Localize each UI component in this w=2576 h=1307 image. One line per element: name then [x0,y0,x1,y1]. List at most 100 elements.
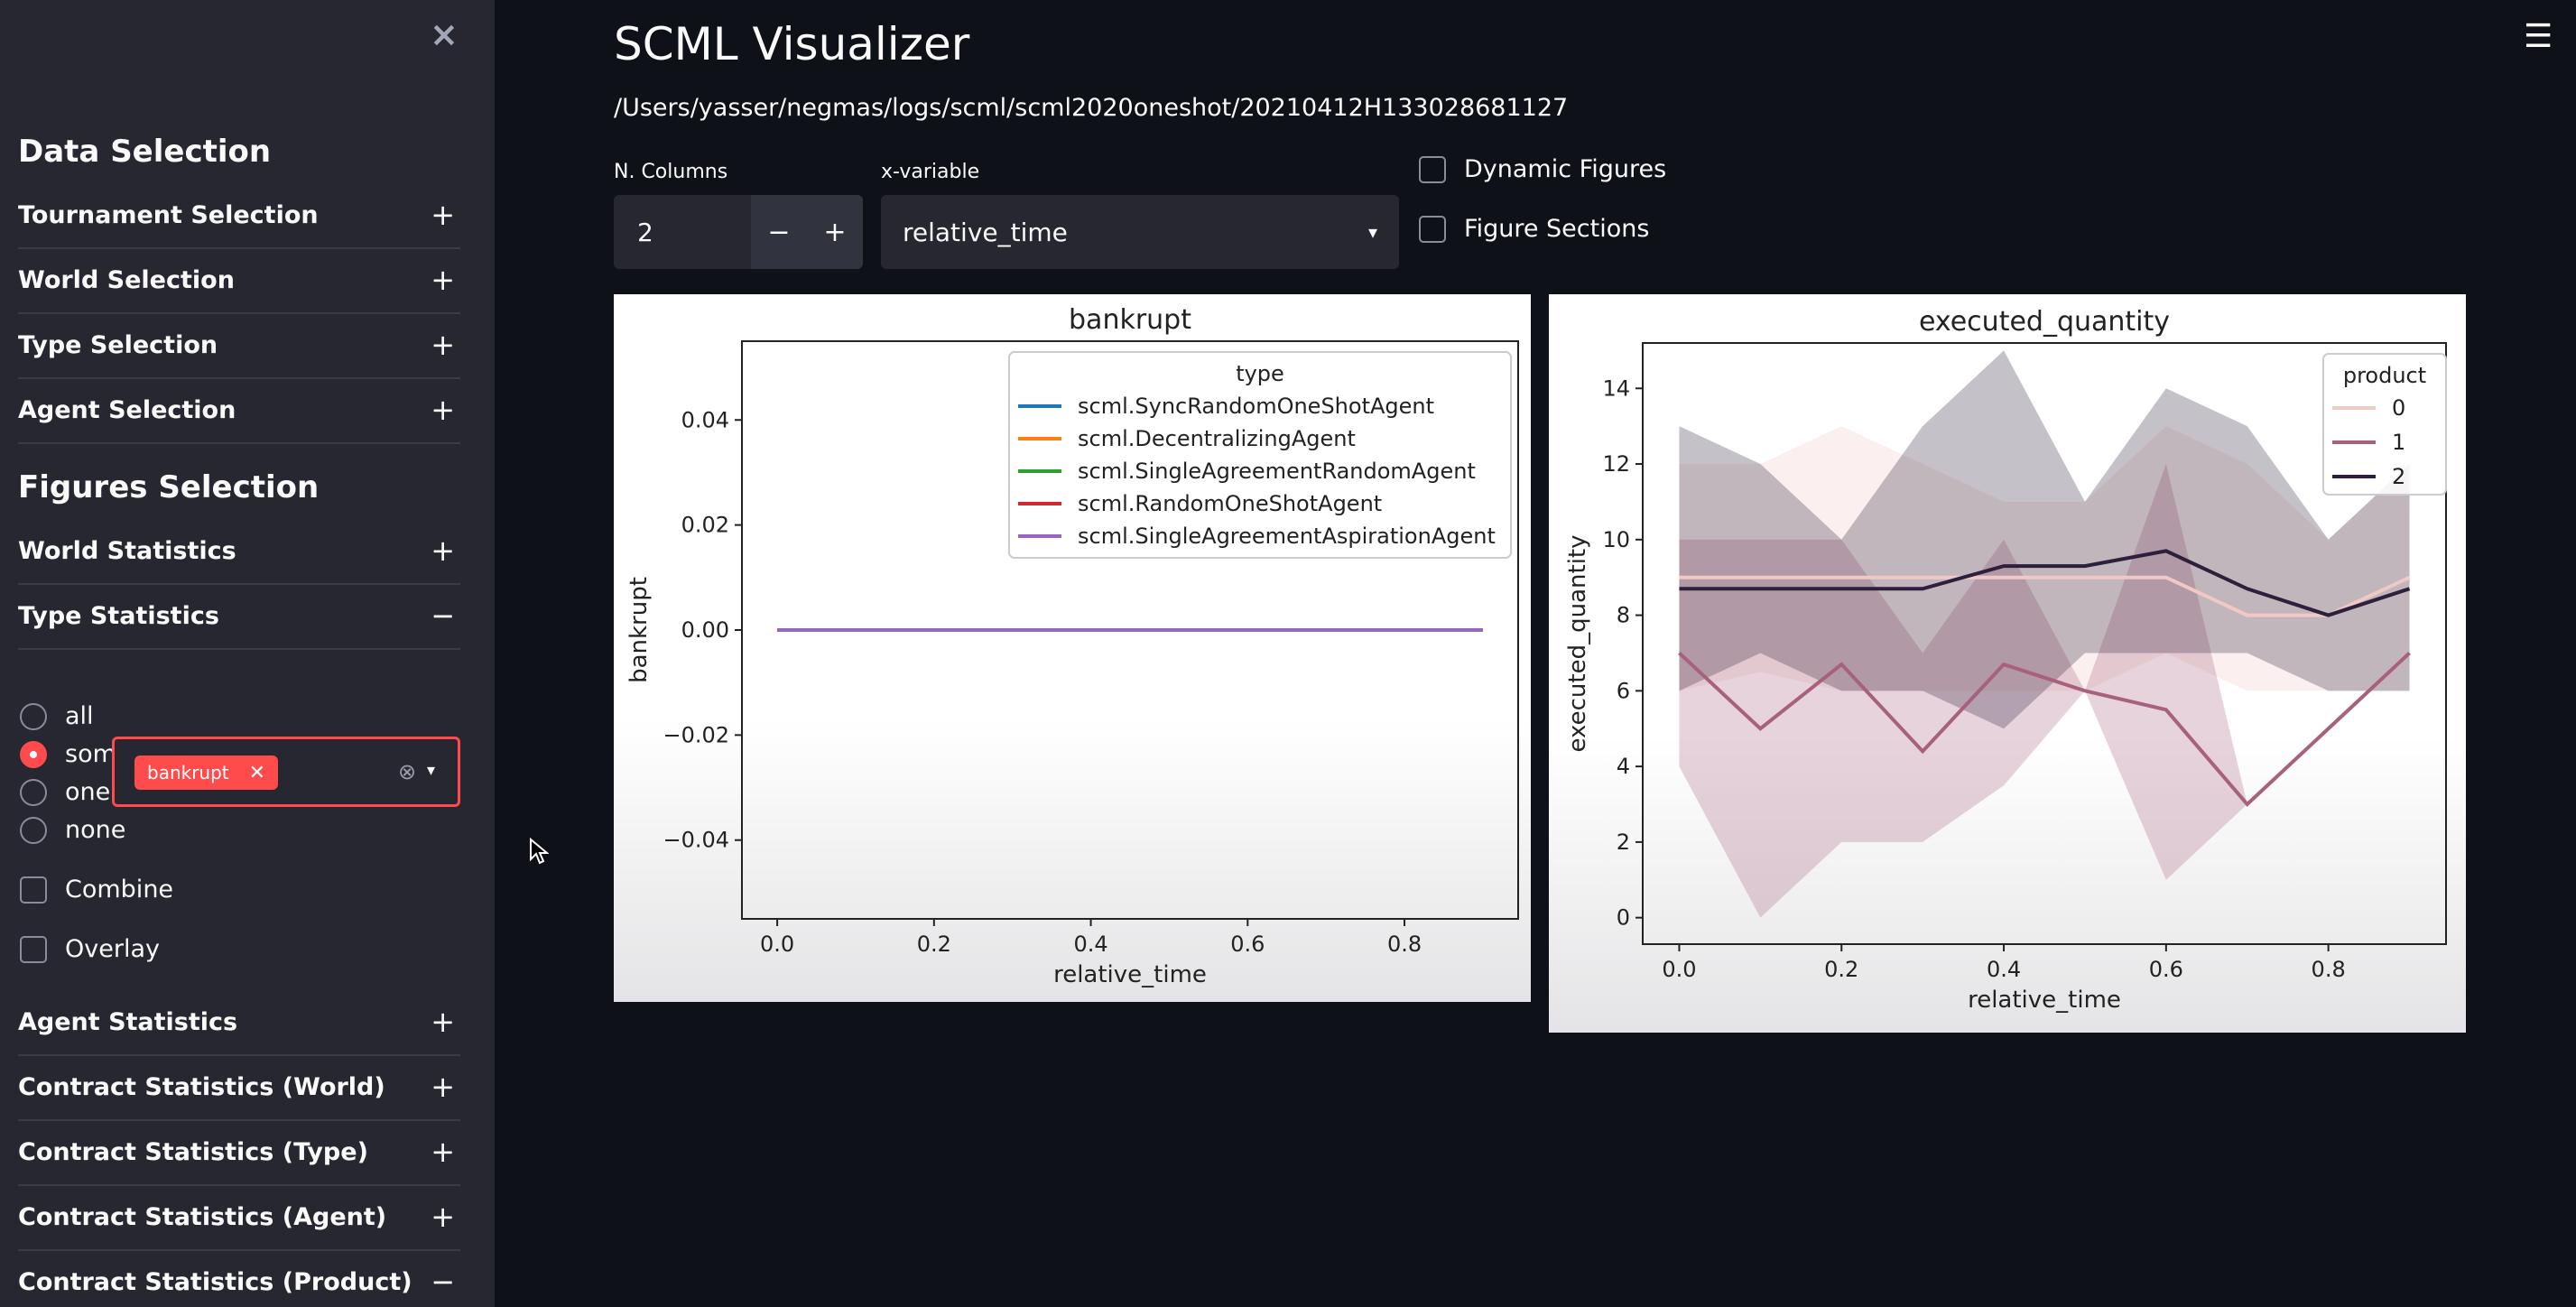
radio-label: none [65,816,126,844]
tag-remove-icon[interactable]: ✕ [249,762,265,784]
expander-label: Type Statistics [18,601,219,630]
collapse-minus-icon: − [431,598,455,633]
legend-title: product [2343,363,2426,388]
y-tick-label: 2 [1617,830,1630,855]
radio-button[interactable] [20,702,47,730]
x-tick-label: 0.2 [917,932,951,957]
y-tick-label: 0 [1617,905,1630,931]
close-sidebar-icon[interactable]: × [430,14,459,54]
data-selection-heading: Data Selection [18,134,272,170]
legend-entry: scml.SingleAgreementRandomAgent [1078,459,1476,484]
tournament-selection-expander[interactable]: Tournament Selection + [18,186,460,249]
figures-selection-heading: Figures Selection [18,469,320,505]
legend-entry: 1 [2392,430,2405,455]
x-tick-label: 0.0 [760,932,794,957]
figure-sections-checkbox-row[interactable]: Figure Sections [1419,215,1649,243]
bankrupt-chart-panel: bankrupt 0.0 0.2 0.4 0.6 0.8 0.04 0.02 0.00 −0.02… [614,294,1531,1002]
expander-label: Contract Statistics (Product) [18,1267,412,1296]
ncolumns-value[interactable]: 2 [614,218,751,247]
decrement-button[interactable]: − [751,195,807,269]
expander-label: World Selection [18,265,235,294]
radio-label: all [65,702,94,730]
contract-statistics-type-expander[interactable]: Contract Statistics (Type) + [18,1123,460,1186]
expand-plus-icon: + [431,533,455,568]
expander-label: Contract Statistics (Type) [18,1137,368,1166]
radio-button[interactable] [20,778,47,806]
expander-label: Agent Statistics [18,1007,238,1036]
ncolumns-label: N. Columns [614,161,728,183]
expand-plus-icon: + [431,263,455,297]
y-tick-label: 0.02 [681,513,729,538]
legend-entry: scml.SingleAgreementAspirationAgent [1078,524,1496,549]
radio-one[interactable]: one [20,778,110,806]
dynamic-figures-checkbox-row[interactable]: Dynamic Figures [1419,155,1666,183]
expander-label: Contract Statistics (World) [18,1072,385,1101]
chevron-down-icon: ▾ [1367,221,1377,243]
dynamic-figures-checkbox[interactable] [1419,155,1446,183]
agent-selection-expander[interactable]: Agent Selection + [18,381,460,444]
radio-label: som [65,740,116,768]
radio-some[interactable]: som [20,740,116,768]
agent-statistics-expander[interactable]: Agent Statistics + [18,993,460,1056]
figure-sections-checkbox[interactable] [1419,215,1446,243]
clear-all-icon[interactable]: ⊗ [398,759,416,784]
legend-entry: 2 [2392,464,2405,489]
menu-icon[interactable]: ☰ [2524,18,2553,55]
legend-entry: scml.RandomOneShotAgent [1078,491,1382,516]
legend-entry: scml.SyncRandomOneShotAgent [1078,394,1434,419]
world-statistics-expander[interactable]: World Statistics + [18,522,460,585]
radio-button[interactable] [20,816,47,844]
x-tick-label: 0.6 [2149,957,2183,982]
x-tick-label: 0.4 [1987,957,2021,982]
sidebar: × Data Selection Tournament Selection + … [0,0,495,1307]
y-tick-label: 0.00 [681,617,729,643]
xvariable-label: x-variable [881,161,980,183]
x-axis-label: relative_time [1968,987,2121,1014]
contract-statistics-product-expander[interactable]: Contract Statistics (Product) − [18,1253,460,1307]
expand-plus-icon: + [431,393,455,427]
contract-statistics-agent-expander[interactable]: Contract Statistics (Agent) + [18,1188,460,1251]
radio-none[interactable]: none [20,816,125,844]
x-tick-label: 0.8 [2312,957,2346,982]
world-selection-expander[interactable]: World Selection + [18,251,460,314]
overlay-checkbox-row[interactable]: Overlay [20,935,160,963]
y-tick-label: −0.04 [663,828,729,853]
expander-label: Tournament Selection [18,200,319,229]
statistics-multiselect[interactable]: bankrupt ✕ ⊗ ▾ [112,737,460,807]
increment-button[interactable]: + [807,195,863,269]
y-tick-label: 6 [1617,678,1630,703]
checkbox-label: Overlay [65,935,160,963]
radio-button-selected[interactable] [20,740,47,768]
y-axis-label: bankrupt [625,577,653,683]
expand-plus-icon: + [431,1200,455,1234]
y-tick-label: 14 [1602,375,1630,401]
mouse-cursor-icon [530,838,549,865]
combine-checkbox-row[interactable]: Combine [20,876,173,904]
y-tick-label: −0.02 [663,722,729,747]
executed-quantity-chart: executed_quantity0.0 0.2 0.4 0.6 0.814121086… [1564,306,2447,1014]
contract-statistics-world-expander[interactable]: Contract Statistics (World) + [18,1058,460,1121]
combine-checkbox[interactable] [20,876,47,904]
xvariable-select[interactable]: relative_time ▾ [881,195,1399,269]
radio-all[interactable]: all [20,702,94,730]
y-tick-label: 4 [1617,754,1630,779]
type-statistics-expander[interactable]: Type Statistics − [18,587,460,650]
expander-label: World Statistics [18,536,236,565]
legend-entry: 0 [2392,395,2405,421]
expander-label: Contract Statistics (Agent) [18,1202,387,1231]
executed-quantity-chart-panel: executed_quantity 0.0 0.2 0.4 0.6 0.8 14 12 10 8 6… [1549,294,2466,1033]
expander-label: Type Selection [18,330,218,359]
radio-label: one [65,778,111,806]
type-selection-expander[interactable]: Type Selection + [18,316,460,379]
expand-plus-icon: + [431,198,455,232]
ncolumns-stepper[interactable]: 2 − + [614,195,863,269]
checkbox-label: Figure Sections [1464,215,1650,243]
overlay-checkbox[interactable] [20,935,47,963]
y-tick-label: 12 [1602,451,1630,477]
chevron-down-icon[interactable]: ▾ [427,761,435,780]
y-tick-label: 10 [1602,527,1630,552]
select-value: relative_time [903,217,1068,247]
legend-title: type [1236,361,1284,386]
checkbox-label: Combine [65,876,174,904]
y-tick-label: 8 [1617,603,1630,628]
